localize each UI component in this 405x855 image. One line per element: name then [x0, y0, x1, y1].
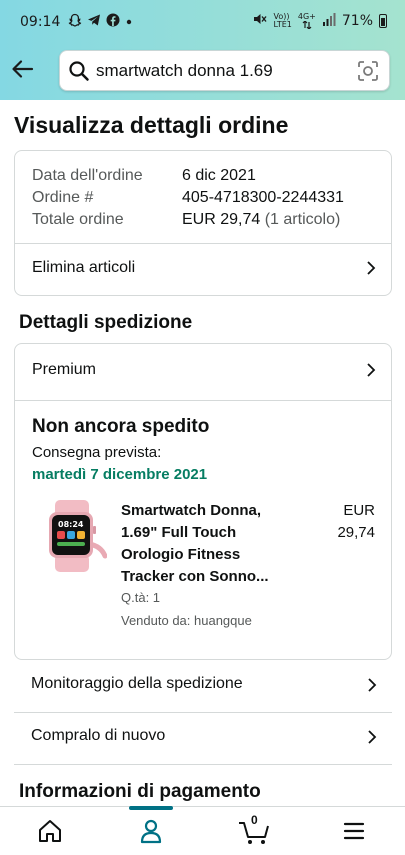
chevron-right-icon	[367, 261, 376, 275]
order-date-value: 6 dic 2021	[182, 167, 256, 184]
product-price: EUR 29,74	[315, 500, 375, 544]
search-icon	[69, 61, 89, 81]
cart-count: 0	[251, 813, 258, 827]
payment-section-title: Informazioni di pagamento	[19, 781, 261, 802]
order-number-value: 405-4718300-2244331	[182, 189, 344, 206]
track-shipment-label: Monitoraggio della spedizione	[31, 675, 243, 692]
home-icon	[39, 820, 61, 842]
order-number-label: Ordine #	[32, 189, 94, 206]
mute-icon	[252, 12, 268, 30]
watch-time: 08:24	[58, 520, 84, 529]
order-summary-card: Data dell'ordine 6 dic 2021 Ordine # 405…	[14, 150, 392, 296]
buy-again-label: Compralo di nuovo	[31, 727, 166, 744]
status-bar: 09:14 Vo)) LTE1 4G+ 71%	[0, 0, 405, 42]
page-title: Visualizza dettagli ordine	[14, 112, 289, 138]
shipping-speed-label: Premium	[32, 361, 97, 378]
nav-menu[interactable]	[334, 815, 374, 847]
delivery-date: martedì 7 dicembre 2021	[32, 466, 208, 483]
data-indicator: 4G+	[298, 13, 316, 29]
smartwatch-image: 08:24	[49, 500, 108, 572]
delete-items-row[interactable]: Elimina articoli	[15, 244, 391, 294]
facebook-icon	[106, 13, 120, 31]
more-notifications-dot	[125, 14, 133, 30]
divider	[14, 764, 392, 765]
back-button[interactable]	[10, 56, 36, 82]
price-amount: 29,74	[337, 524, 375, 541]
product-quantity: Q.tà: 1	[121, 590, 161, 605]
shipment-status: Non ancora spedito	[32, 416, 210, 437]
shipping-speed-row[interactable]: Premium	[15, 346, 391, 396]
order-total-label: Totale ordine	[32, 211, 124, 228]
status-time: 09:14	[20, 14, 61, 30]
back-arrow-icon	[12, 60, 34, 78]
price-currency: EUR	[343, 502, 375, 519]
signal-icon	[322, 12, 336, 30]
network-labels: Vo)) LTE1	[273, 13, 291, 29]
bottom-nav: 0	[0, 806, 405, 855]
track-shipment-row[interactable]: Monitoraggio della spedizione	[14, 661, 392, 711]
data-label: 4G+	[297, 12, 316, 21]
search-input[interactable]	[96, 57, 346, 85]
status-right: Vo)) LTE1 4G+ 71%	[252, 12, 387, 30]
nav-home[interactable]	[30, 815, 70, 847]
menu-icon	[343, 822, 365, 840]
top-header: 09:14 Vo)) LTE1 4G+ 71% smartwatch donna…	[0, 0, 405, 100]
account-icon	[140, 819, 162, 844]
delete-items-label: Elimina articoli	[32, 259, 136, 276]
buy-again-row[interactable]: Compralo di nuovo	[14, 713, 392, 763]
divider	[15, 400, 391, 401]
nav-account[interactable]	[131, 815, 171, 847]
product-seller: Venduto da: huangque	[121, 613, 252, 628]
active-tab-indicator	[129, 806, 173, 810]
notification-icons	[68, 13, 133, 31]
battery-icon	[379, 14, 387, 28]
snapchat-icon	[68, 13, 82, 31]
telegram-icon	[87, 13, 101, 31]
shipping-card: Premium Non ancora spedito Consegna prev…	[14, 343, 392, 660]
shipping-section-title: Dettagli spedizione	[19, 312, 193, 333]
chevron-right-icon	[367, 363, 376, 377]
search-bar[interactable]	[59, 50, 390, 91]
delivery-label: Consegna prevista:	[32, 444, 162, 461]
network-lte: LTE1	[273, 20, 292, 29]
chevron-right-icon	[368, 730, 377, 744]
camera-scan-icon[interactable]	[357, 60, 379, 82]
order-total-items: (1 articolo)	[264, 211, 341, 228]
nav-cart[interactable]: 0	[234, 813, 274, 847]
product-image[interactable]: 08:24	[35, 500, 108, 572]
battery-percent: 71%	[341, 13, 373, 29]
order-date-label: Data dell'ordine	[32, 167, 143, 184]
order-total-amount: EUR 29,74	[182, 211, 261, 228]
product-title-link[interactable]: Smartwatch Donna, 1.69" Full Touch Orolo…	[121, 500, 291, 588]
data-arrows-icon	[302, 21, 312, 29]
chevron-right-icon	[368, 678, 377, 692]
order-total-value: EUR 29,74 (1 articolo)	[182, 211, 340, 229]
